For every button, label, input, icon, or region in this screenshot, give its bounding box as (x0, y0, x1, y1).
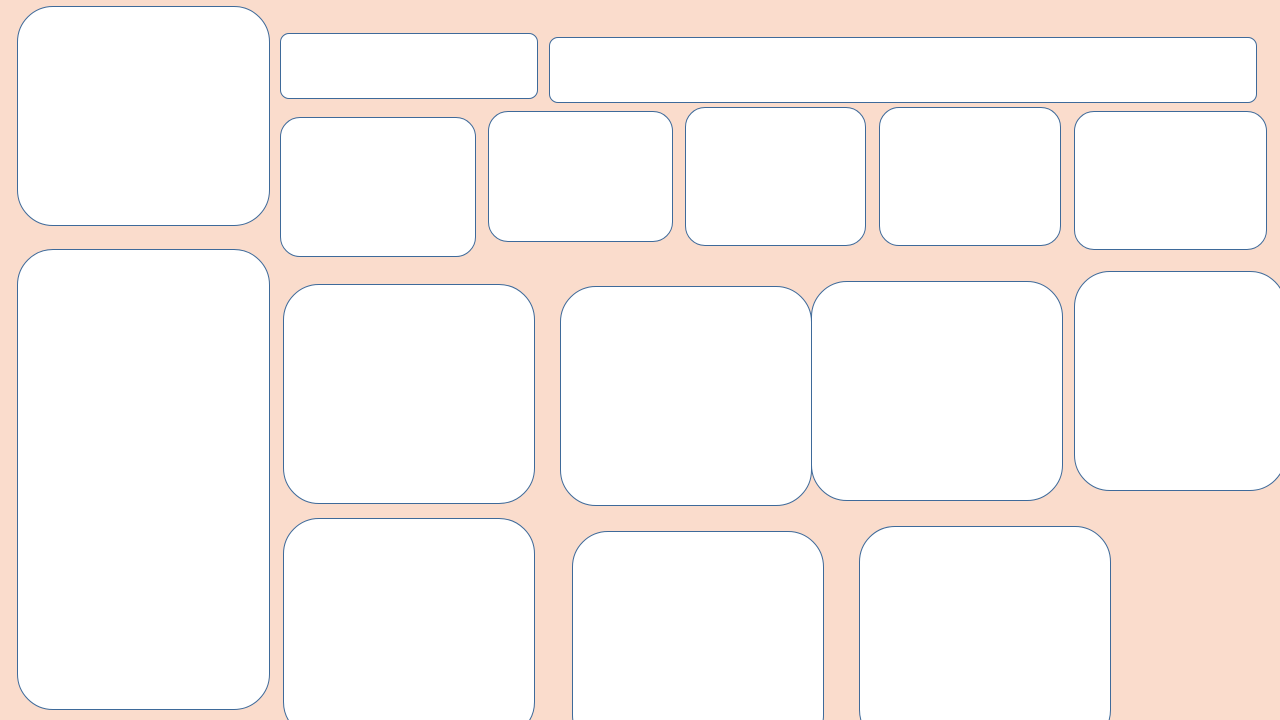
large-card-2 (560, 286, 812, 506)
medium-card-2 (488, 111, 673, 242)
bottom-card-2 (572, 531, 824, 720)
header-small-bar (280, 33, 538, 99)
bottom-card-1 (283, 518, 535, 720)
left-tall-panel (17, 249, 270, 710)
large-card-3 (811, 281, 1063, 501)
medium-card-3 (685, 107, 866, 246)
layout-canvas (0, 0, 1280, 720)
medium-card-1 (280, 117, 476, 257)
bottom-card-3 (859, 526, 1111, 720)
left-top-panel (17, 6, 270, 226)
medium-card-5 (1074, 111, 1267, 250)
large-card-4 (1074, 271, 1280, 491)
header-wide-bar (549, 37, 1257, 103)
large-card-1 (283, 284, 535, 504)
medium-card-4 (879, 107, 1061, 246)
